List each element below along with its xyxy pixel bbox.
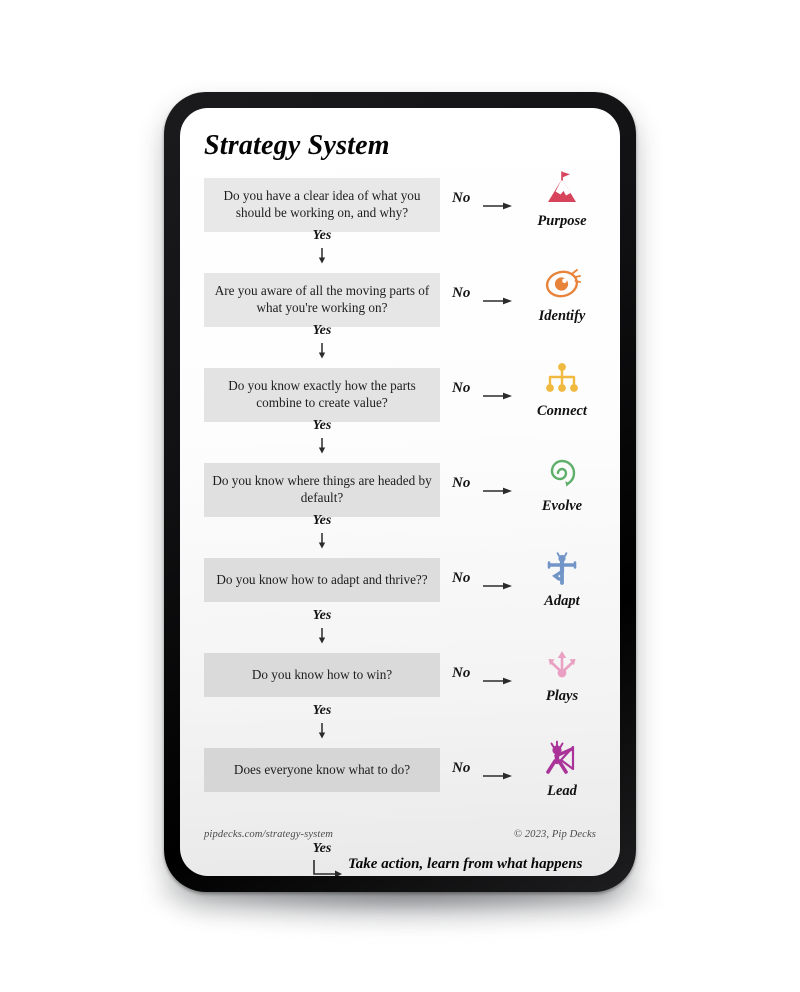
tactic-connect[interactable]: Connect: [510, 360, 614, 420]
question-box[interactable]: Do you know where things are headed by d…: [204, 463, 440, 517]
tactic-label: Plays: [545, 688, 579, 704]
mountain-flag-icon: [510, 170, 614, 210]
question-box[interactable]: Does everyone know what to do?: [204, 748, 440, 792]
elbow-arrow-icon: [310, 859, 344, 876]
decision-row: Do you know how to adapt and thrive?? No A…: [180, 552, 620, 653]
no-branch-arrow-icon: [483, 578, 513, 590]
org-chart-icon: [510, 360, 614, 400]
no-branch-arrow-icon: [483, 293, 513, 305]
footer-url[interactable]: pipdecks.com/strategy-system: [204, 829, 333, 840]
yes-branch-arrow-icon: [317, 248, 327, 264]
no-branch-label: No: [452, 665, 471, 681]
tactic-label: Lead: [547, 783, 577, 799]
yes-branch-arrow-icon: [317, 723, 327, 739]
no-branch-arrow-icon: [483, 198, 513, 210]
eye-icon: [510, 265, 614, 305]
no-branch-arrow-icon: [483, 388, 513, 400]
question-box[interactable]: Do you have a clear idea of what you sho…: [204, 178, 440, 232]
no-branch-arrow-icon: [483, 483, 513, 495]
yes-branch-arrow-icon: [317, 343, 327, 359]
decision-flow: Do you have a clear idea of what you sho…: [180, 171, 620, 843]
no-branch-arrow-icon: [483, 768, 513, 780]
no-branch-label: No: [452, 190, 471, 206]
question-box[interactable]: Do you know how to adapt and thrive??: [204, 558, 440, 602]
footer-copyright: © 2023, Pip Decks: [513, 829, 596, 840]
no-branch-label: No: [452, 285, 471, 301]
card-footer: pipdecks.com/strategy-system © 2023, Pip…: [180, 829, 620, 840]
tactic-lead[interactable]: Lead: [510, 740, 614, 800]
tablet-screen: Strategy System Do you have a clear idea…: [180, 108, 620, 876]
three-arrows-icon: [510, 645, 614, 685]
tactic-label: Connect: [537, 403, 587, 419]
final-step: Yes Take action, learn from what happens…: [180, 841, 620, 876]
no-branch-label: No: [452, 570, 471, 586]
yes-branch-label: Yes: [312, 418, 332, 433]
tactic-label: Evolve: [541, 498, 583, 514]
decision-row: Do you know exactly how the parts combin…: [180, 363, 620, 463]
flag-bearer-icon: [510, 740, 614, 780]
screenshot-stage: Strategy System Do you have a clear idea…: [0, 0, 800, 992]
tactic-label: Adapt: [544, 593, 580, 609]
yoga-pose-icon: [510, 550, 614, 590]
decision-row: Do you know how to win? No Plays Yes: [180, 651, 620, 748]
yes-branch-label: Yes: [312, 228, 332, 243]
decision-row: Are you aware of all the moving parts of…: [180, 269, 620, 368]
tactic-adapt[interactable]: Adapt: [510, 550, 614, 610]
tactic-identify[interactable]: Identify: [510, 265, 614, 325]
yes-branch-label: Yes: [312, 323, 332, 338]
decision-row: Do you have a clear idea of what you sho…: [180, 171, 620, 273]
yes-branch-arrow-icon: [317, 533, 327, 549]
question-box[interactable]: Do you know exactly how the parts combin…: [204, 368, 440, 422]
spiral-arrow-icon: [510, 455, 614, 495]
decision-row: Do you know where things are headed by d…: [180, 459, 620, 558]
tactic-plays[interactable]: Plays: [510, 645, 614, 705]
no-branch-label: No: [452, 380, 471, 396]
yes-branch-label: Yes: [312, 608, 332, 623]
strategy-system-card: Strategy System Do you have a clear idea…: [180, 108, 620, 876]
tactic-label: Purpose: [537, 213, 587, 229]
page-title: Strategy System: [204, 130, 390, 161]
tactic-label: Identify: [538, 308, 586, 324]
yes-branch-label: Yes: [312, 513, 332, 528]
final-action-text: Take action, learn from what happens and…: [348, 856, 583, 876]
yes-branch-arrow-icon: [317, 438, 327, 454]
question-box[interactable]: Are you aware of all the moving parts of…: [204, 273, 440, 327]
yes-branch-label: Yes: [312, 703, 332, 718]
yes-branch-arrow-icon: [317, 628, 327, 644]
tablet-device-frame: Strategy System Do you have a clear idea…: [164, 92, 636, 892]
tactic-purpose[interactable]: Purpose: [510, 170, 614, 230]
tactic-evolve[interactable]: Evolve: [510, 455, 614, 515]
no-branch-arrow-icon: [483, 673, 513, 685]
no-branch-label: No: [452, 760, 471, 776]
question-box[interactable]: Do you know how to win?: [204, 653, 440, 697]
no-branch-label: No: [452, 475, 471, 491]
